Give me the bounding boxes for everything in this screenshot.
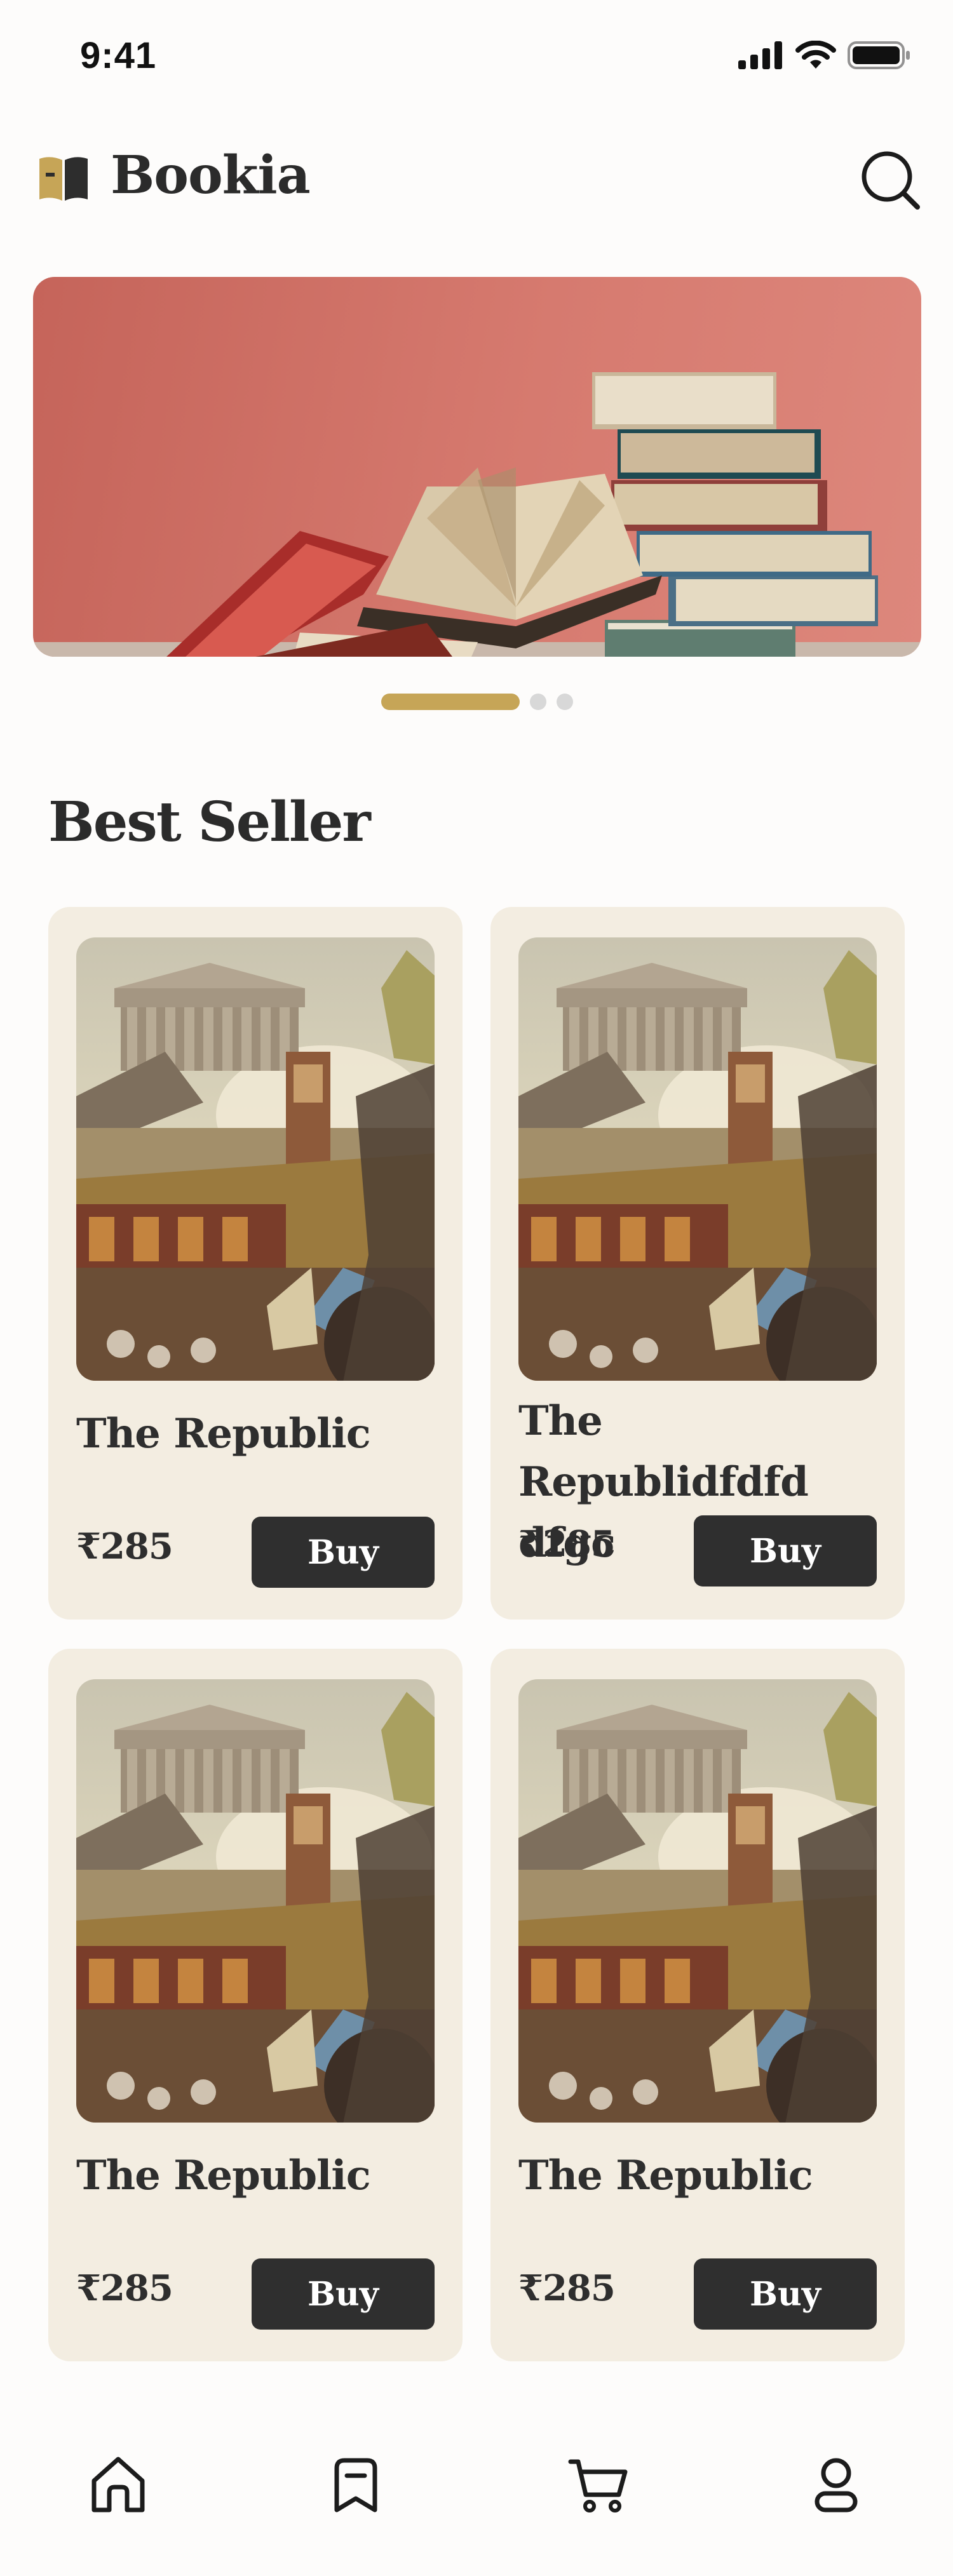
book-logo-icon	[39, 157, 88, 201]
status-icons	[738, 41, 911, 70]
promo-banner[interactable]	[33, 277, 921, 657]
section-title: Best Seller	[48, 790, 371, 854]
product-price: ₹285	[518, 1523, 616, 1565]
app-header: Bookia	[0, 140, 953, 216]
profile-icon	[814, 2458, 858, 2512]
search-icon	[862, 151, 920, 210]
product-card[interactable]: The Republic ₹285 Buy	[48, 907, 463, 1620]
buy-button[interactable]: Buy	[252, 1517, 435, 1588]
home-icon	[91, 2457, 145, 2512]
book-cover-image	[76, 937, 435, 1381]
bottom-navigation	[0, 2446, 953, 2542]
search-button[interactable]	[859, 149, 923, 212]
book-cover-image	[518, 937, 877, 1381]
cellular-signal-icon	[738, 41, 782, 69]
books-banner-image	[33, 372, 921, 657]
product-card[interactable]: The Republidfdfd dfgc ₹285 Buy	[490, 907, 905, 1620]
wifi-icon	[795, 41, 836, 69]
bookmark-icon	[334, 2458, 377, 2512]
cart-icon	[568, 2459, 628, 2512]
battery-icon	[848, 41, 910, 69]
carousel-dot[interactable]	[530, 694, 546, 710]
buy-button[interactable]: Buy	[694, 1515, 877, 1587]
carousel-dot-active[interactable]	[381, 694, 520, 710]
buy-button[interactable]: Buy	[252, 2258, 435, 2330]
carousel-dot[interactable]	[557, 694, 573, 710]
nav-home[interactable]	[80, 2446, 156, 2523]
product-price: ₹285	[76, 2267, 173, 2309]
status-time: 9:41	[80, 35, 157, 76]
book-cover-image	[76, 1679, 435, 2123]
product-title: The Republic	[518, 2152, 813, 2199]
product-card[interactable]: The Republic ₹285 Buy	[490, 1649, 905, 2361]
product-price: ₹285	[518, 2267, 616, 2309]
product-title: The Republic	[76, 2152, 371, 2199]
brand-name: Bookia	[111, 145, 311, 206]
nav-bookmarks[interactable]	[318, 2446, 394, 2523]
product-title: The Republic	[76, 1410, 371, 1458]
status-bar: 9:41	[0, 0, 953, 114]
nav-cart[interactable]	[560, 2446, 637, 2523]
nav-profile[interactable]	[798, 2446, 874, 2523]
product-card[interactable]: The Republic ₹285 Buy	[48, 1649, 463, 2361]
product-price: ₹285	[76, 1526, 173, 1567]
book-cover-image	[518, 1679, 877, 2123]
buy-button[interactable]: Buy	[694, 2258, 877, 2330]
carousel-dots	[0, 692, 953, 711]
